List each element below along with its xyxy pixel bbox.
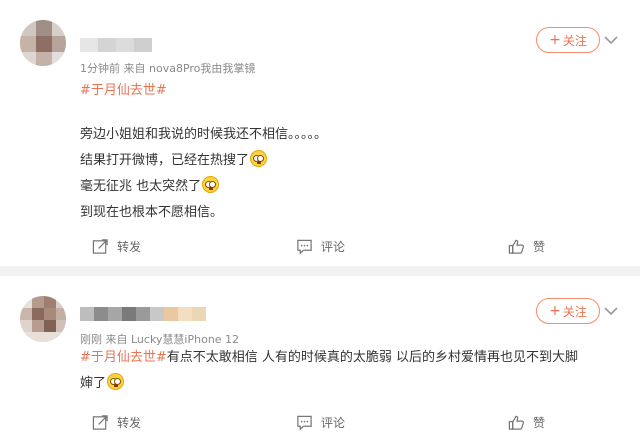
repost-icon [92, 415, 108, 430]
like-label: 赞 [533, 240, 546, 254]
comment-icon [297, 415, 312, 431]
post-text: 婶了 [80, 376, 107, 391]
repost-button[interactable]: 转发 [92, 414, 141, 431]
plus-icon: + [549, 303, 561, 319]
avatar[interactable] [20, 20, 66, 66]
weibo-post-card: 1分钟前 来自 nova8Pro我由我掌镜 #于月仙去世# 旁边小姐姐和我说的时… [0, 0, 640, 266]
repost-button[interactable]: 转发 [92, 238, 141, 255]
username-blurred[interactable] [80, 307, 214, 321]
comment-button[interactable]: 评论 [296, 414, 345, 431]
post-meta: 1分钟前 来自 nova8Pro我由我掌镜 [80, 62, 256, 75]
post-text: 旁边小姐姐和我说的时候我还不相信。。。。。 [80, 127, 328, 142]
like-label: 赞 [533, 416, 546, 430]
follow-label: 关注 [562, 33, 587, 48]
follow-button[interactable]: + 关注 [536, 27, 600, 53]
repost-icon [92, 239, 108, 254]
post-text-line: #于月仙去世#有点不太敢相信 人有的时候真的太脆弱 以后的乡村爱情再也见不到大脚 [80, 345, 578, 371]
post-text-line: 到现在也根本不愿相信。 [80, 200, 223, 226]
repost-label: 转发 [117, 416, 142, 430]
post-text: 结果打开微博，已经在热搜了 [80, 153, 250, 168]
post-text-line: 毫无征兆 也太突然了 [80, 174, 220, 200]
plus-icon: + [549, 32, 561, 48]
like-button[interactable]: 赞 [508, 238, 545, 255]
comment-button[interactable]: 评论 [296, 238, 345, 255]
thumbs-up-icon [508, 239, 524, 254]
follow-label: 关注 [562, 304, 587, 319]
repost-label: 转发 [117, 240, 142, 254]
post-text-line: 婶了 [80, 371, 125, 397]
sad-face-emoji-icon [250, 150, 268, 167]
post-text: 毫无征兆 也太突然了 [80, 179, 202, 194]
post-text-line: 旁边小姐姐和我说的时候我还不相信。。。。。 [80, 122, 327, 148]
avatar[interactable] [20, 296, 66, 342]
post-text: 有点不太敢相信 人有的时候真的太脆弱 以后的乡村爱情再也见不到大脚 [166, 350, 579, 365]
topic-hashtag[interactable]: #于月仙去世# [80, 350, 167, 365]
comment-label: 评论 [321, 416, 346, 430]
weibo-post-card: 刚刚 来自 Lucky慧慧iPhone 12 #于月仙去世#有点不太敢相信 人有… [0, 276, 640, 438]
sad-face-emoji-icon [202, 176, 220, 193]
post-text: 到现在也根本不愿相信。 [80, 205, 224, 220]
username-blurred[interactable] [80, 38, 152, 52]
follow-button[interactable]: + 关注 [536, 298, 600, 324]
post-text-line: 结果打开微博，已经在热搜了 [80, 148, 268, 174]
comment-label: 评论 [321, 240, 346, 254]
topic-hashtag[interactable]: #于月仙去世# [80, 79, 167, 98]
like-button[interactable]: 赞 [508, 414, 545, 431]
thumbs-up-icon [508, 415, 524, 430]
chevron-down-icon[interactable] [604, 306, 618, 316]
comment-icon [297, 239, 312, 255]
crying-face-emoji-icon [107, 373, 125, 390]
chevron-down-icon[interactable] [604, 35, 618, 45]
